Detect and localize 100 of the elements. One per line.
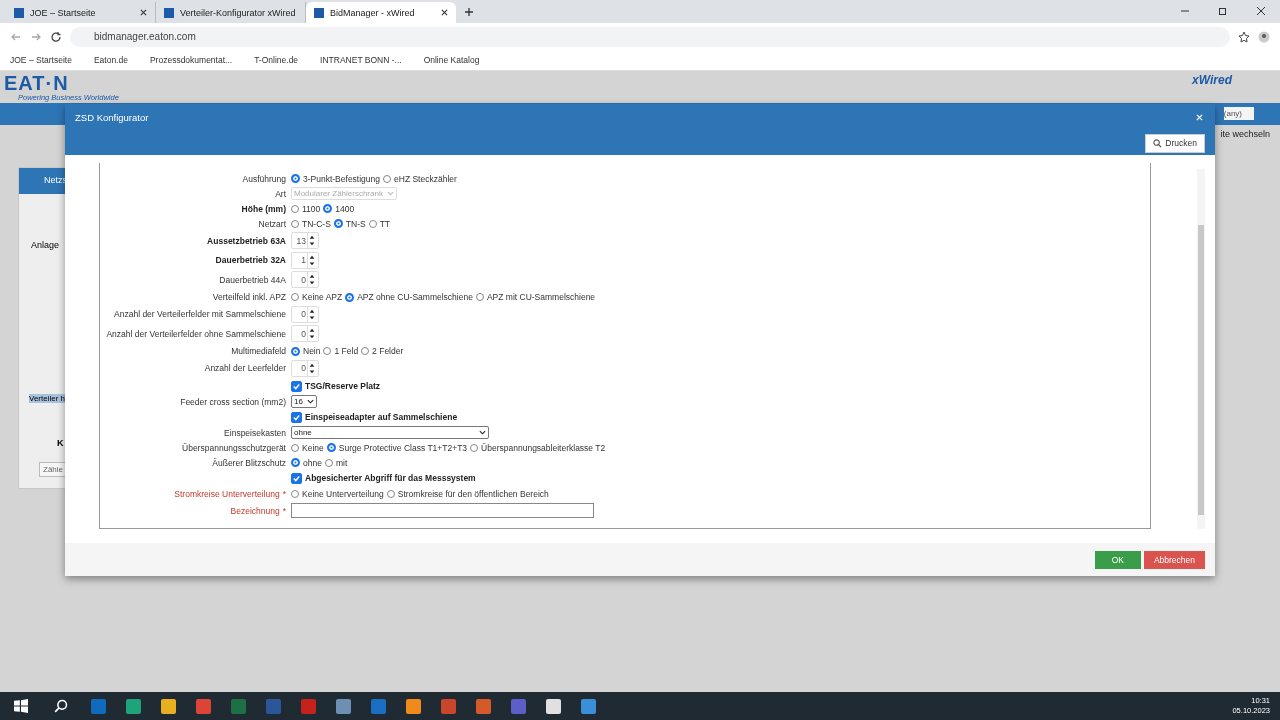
field-label: Feeder cross section (mm2) — [180, 396, 286, 407]
bookmark[interactable]: JOE – Startseite — [10, 55, 72, 65]
radio-button[interactable] — [345, 292, 355, 302]
field-label: Dauerbetrieb 32A — [215, 255, 286, 266]
print-button[interactable]: Drucken — [1145, 133, 1205, 153]
radio-button[interactable] — [291, 346, 300, 356]
field-label: Äußerer Blitzschutz — [212, 457, 286, 468]
caret-icon — [386, 191, 394, 196]
restore-icon[interactable] — [1218, 6, 1228, 16]
radio-button[interactable] — [291, 458, 300, 467]
app-icon[interactable] — [161, 698, 176, 714]
field-label: Höhe (mm) — [241, 203, 286, 214]
field-label: Anzahl der Verteilerfelder ohne Sammelschiene — [106, 328, 286, 339]
radio-button[interactable] — [291, 443, 299, 452]
input-field[interactable] — [291, 503, 594, 518]
field-label: Einspeisekasten — [224, 427, 286, 438]
address-field[interactable]: bidmanager.eaton.com — [70, 26, 1230, 47]
radio-label: 1400 — [335, 203, 355, 214]
radio-button[interactable] — [291, 489, 299, 498]
radio-label: eHZ Steckzähler — [394, 173, 457, 184]
radio-button[interactable] — [361, 347, 370, 355]
meter-button[interactable]: Zähle — [39, 462, 67, 477]
switch-link[interactable]: ite wechseln — [1220, 129, 1270, 139]
browser-tab[interactable]: BidManager - xWired — [306, 2, 456, 23]
checkbox-label: TSG/Reserve Platz — [305, 381, 381, 391]
close-icon[interactable] — [1256, 6, 1266, 16]
logo: EAT·N — [4, 72, 70, 93]
field-label: Anzahl der Leerfelder — [204, 363, 286, 374]
checkbox[interactable] — [291, 411, 302, 423]
spinner-icon[interactable] — [307, 233, 316, 249]
radio-label: Keine APZ — [302, 292, 343, 302]
app-icon[interactable] — [546, 698, 561, 714]
app-icon[interactable] — [126, 698, 141, 714]
number-field[interactable]: 13 — [291, 232, 319, 250]
bookmark[interactable]: T-Online.de — [254, 55, 299, 65]
field-label: Netzart — [258, 218, 286, 229]
radio-button[interactable] — [326, 443, 336, 452]
reload-icon[interactable] — [50, 30, 62, 43]
start-icon[interactable] — [14, 699, 28, 713]
close-icon[interactable] — [441, 9, 448, 16]
checkbox-label: Einspeiseadapter auf Sammelschiene — [305, 412, 458, 422]
highlighted-text: Verteiler h — [29, 394, 66, 403]
radio-label: APZ ohne CU-Sammelschiene — [357, 292, 473, 302]
scrollbar[interactable] — [1197, 169, 1205, 529]
radio-label: Überspannungsableiterklasse T2 — [481, 442, 606, 453]
spinner-icon[interactable] — [307, 326, 316, 342]
checkbox-label: Abgesicherter Abgriff für das Messsystem — [305, 473, 476, 483]
number-field[interactable]: 1 — [291, 251, 319, 269]
radio-button[interactable] — [323, 347, 332, 355]
caret-icon — [479, 430, 486, 435]
field-label: Dauerbetrieb 44A — [219, 274, 286, 285]
radio-label: TN-S — [345, 218, 366, 229]
number-field[interactable]: 0 — [291, 359, 319, 377]
spinner-icon[interactable] — [307, 360, 316, 376]
brand-name: xWired — [1192, 73, 1232, 87]
number-field[interactable]: 0 — [291, 271, 319, 289]
table-header: K — [57, 438, 64, 448]
profile-icon[interactable] — [1258, 30, 1270, 43]
search-icon[interactable] — [54, 699, 68, 713]
bookmark[interactable]: Online Katalog — [423, 55, 480, 65]
radio-button[interactable] — [333, 219, 343, 228]
new-tab-icon[interactable] — [464, 7, 474, 17]
checkbox[interactable] — [291, 472, 302, 484]
radio-label: 1100 — [302, 203, 321, 214]
dropdown[interactable]: 16 — [291, 395, 317, 408]
number-field[interactable]: 0 — [291, 325, 319, 343]
radio-button[interactable] — [323, 204, 333, 213]
star-icon[interactable] — [1238, 30, 1250, 43]
field-label: Art — [275, 188, 286, 199]
radio-button[interactable] — [291, 293, 299, 301]
checkbox[interactable] — [291, 380, 302, 392]
dropdown[interactable]: ohne — [291, 426, 489, 439]
radio-button[interactable] — [368, 219, 377, 228]
bookmark[interactable]: INTRANET BONN -... — [320, 55, 402, 65]
field-label: Verteilfeld inkl. APZ — [212, 292, 286, 302]
radio-button[interactable] — [386, 489, 395, 498]
filter-dropdown[interactable]: (any) — [1223, 107, 1254, 120]
app-icon[interactable] — [406, 698, 421, 714]
radio-button[interactable] — [291, 219, 299, 228]
radio-button[interactable] — [291, 174, 300, 183]
radio-button[interactable] — [470, 443, 479, 452]
field-label: Aussetzbetrieb 63A — [207, 235, 286, 246]
field-label: Bezeichnung — [230, 505, 280, 516]
cancel-button[interactable]: Abbrechen — [1143, 550, 1205, 569]
radio-button[interactable] — [475, 293, 484, 301]
radio-button[interactable] — [383, 174, 392, 183]
spinner-icon[interactable] — [307, 272, 316, 288]
radio-label: Keine Unterverteilung — [302, 488, 384, 499]
radio-button[interactable] — [324, 458, 333, 467]
spinner-icon[interactable] — [307, 306, 316, 322]
number-field[interactable]: 0 — [291, 305, 319, 323]
bookmark[interactable]: Eaton.de — [93, 55, 128, 65]
spinner-icon[interactable] — [307, 252, 316, 268]
dialog-title: ZSD Konfigurator — [75, 112, 149, 123]
close-icon[interactable] — [140, 9, 147, 16]
radio-label: TT — [379, 218, 391, 229]
search-icon — [1153, 138, 1163, 148]
caret-icon — [306, 399, 314, 404]
bookmark[interactable]: Prozessdokumentat... — [149, 55, 233, 65]
radio-button[interactable] — [291, 204, 299, 213]
